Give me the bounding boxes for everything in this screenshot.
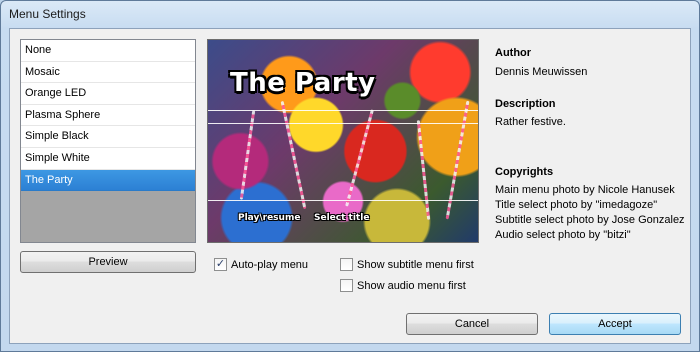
list-item[interactable]: Simple White xyxy=(21,147,195,170)
menu-preview-image: The Party Play\resume Select title xyxy=(207,39,479,243)
copyright-line: Title select photo by "imedagoze" xyxy=(495,199,658,211)
streamer-decoration xyxy=(445,100,470,220)
checkbox-checked-icon[interactable]: ✓ xyxy=(214,258,227,271)
preview-play-link: Play\resume xyxy=(238,213,301,223)
guide-line xyxy=(208,200,478,201)
preview-select-title-link: Select title xyxy=(314,213,370,223)
author-heading: Author xyxy=(495,47,532,59)
description-heading: Description xyxy=(495,98,556,110)
autoplay-label: Auto-play menu xyxy=(231,258,309,271)
title-bar[interactable]: Menu Settings xyxy=(1,1,699,29)
guide-line xyxy=(208,123,478,124)
autoplay-checkbox[interactable]: ✓ Auto-play menu xyxy=(214,258,308,271)
preview-title-text: The Party xyxy=(230,68,376,98)
list-item[interactable]: None xyxy=(21,40,195,62)
subtitle-first-checkbox[interactable]: Show subtitle menu first xyxy=(340,258,474,271)
cancel-button[interactable]: Cancel xyxy=(406,313,538,335)
accept-button[interactable]: Accept xyxy=(549,313,681,335)
copyright-line: Subtitle select photo by Jose Gonzalez xyxy=(495,214,685,226)
preview-button[interactable]: Preview xyxy=(20,251,196,273)
list-item[interactable]: Mosaic xyxy=(21,61,195,84)
streamer-decoration xyxy=(416,120,431,220)
dialog-content: None Mosaic Orange LED Plasma Sphere Sim… xyxy=(9,28,691,344)
audio-first-label: Show audio menu first xyxy=(357,279,466,292)
copyright-line: Main menu photo by Nicole Hanusek xyxy=(495,184,675,196)
list-item[interactable]: Orange LED xyxy=(21,83,195,105)
window-title: Menu Settings xyxy=(9,7,86,21)
audio-first-checkbox[interactable]: Show audio menu first xyxy=(340,279,466,292)
list-item[interactable]: The Party xyxy=(21,169,195,192)
menu-settings-window: Menu Settings None Mosaic Orange LED Pla… xyxy=(0,0,700,352)
list-item[interactable]: Plasma Sphere xyxy=(21,104,195,127)
checkbox-icon[interactable] xyxy=(340,258,353,271)
author-value: Dennis Meuwissen xyxy=(495,66,588,78)
description-value: Rather festive. xyxy=(495,116,566,128)
subtitle-first-label: Show subtitle menu first xyxy=(357,258,474,271)
copyrights-heading: Copyrights xyxy=(495,166,554,178)
streamer-decoration xyxy=(280,100,307,210)
copyright-line: Audio select photo by "bitzi" xyxy=(495,229,631,241)
checkbox-icon[interactable] xyxy=(340,279,353,292)
guide-line xyxy=(208,110,478,111)
list-item[interactable]: Simple Black xyxy=(21,126,195,148)
menu-style-list[interactable]: None Mosaic Orange LED Plasma Sphere Sim… xyxy=(20,39,196,243)
